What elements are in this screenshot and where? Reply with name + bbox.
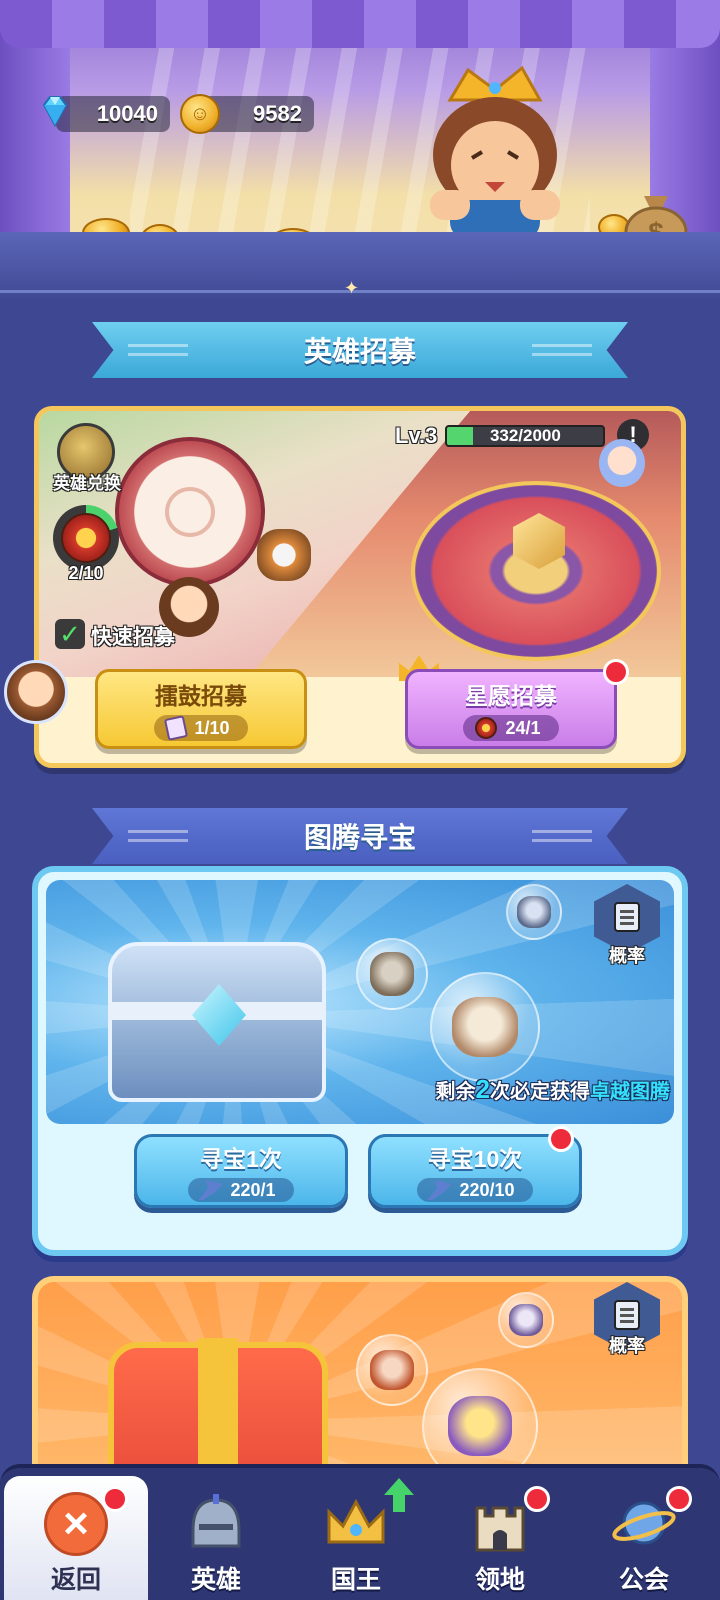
tiger-totem-bubble (498, 1292, 554, 1348)
raccoon-character (257, 529, 311, 581)
curtain-valance (0, 0, 720, 48)
drum-recruit-cost: 1/10 (154, 715, 248, 741)
banner-decoration (128, 830, 188, 842)
drum-recruit-label: 擂鼓招募 (155, 683, 247, 709)
nav-king-label: 国王 (330, 1566, 381, 1594)
guarantee-prefix: 剩余 (435, 1081, 476, 1103)
hunt-ten-label: 寻宝10次 (427, 1146, 523, 1172)
golden-owl-totem-icon (448, 1396, 512, 1456)
nav-heroes[interactable]: 英雄 (144, 1476, 288, 1600)
guarantee-count: 2 (475, 1074, 490, 1104)
recruit-title-text: 英雄招募 (303, 336, 416, 367)
hunt-ten-cost: 220/10 (417, 1178, 533, 1202)
sparkle-icon: ✦ (344, 278, 360, 298)
banner-decoration (532, 830, 592, 842)
guarantee-reward: 卓越图腾 (590, 1081, 670, 1103)
notification-dot (603, 659, 629, 685)
hero-exchange-label[interactable]: 英雄兑换 (45, 469, 129, 494)
quick-recruit-checkbox[interactable]: ✓ (55, 619, 85, 649)
nav-guild-label: 公会 (618, 1566, 669, 1594)
section-title-recruit: 英雄招募 (92, 322, 628, 378)
close-icon: × (44, 1492, 108, 1556)
guarantee-middle: 次必定获得 (490, 1081, 590, 1103)
gem-count: 10040 (96, 101, 158, 126)
drum-recruit-button[interactable]: 擂鼓招募 1/10 (95, 669, 307, 749)
nav-heroes-label: 英雄 (190, 1566, 241, 1594)
tiger-totem-bubble (506, 884, 562, 940)
section-title-totem: 图腾寻宝 (92, 808, 628, 864)
recruit-progress-ring[interactable] (53, 505, 119, 571)
owl-totem-bubble (356, 938, 428, 1010)
star-recruit-cost-value: 24/1 (505, 717, 541, 738)
coin-icon: ☺ (180, 94, 220, 134)
recruit-card: 英雄兑换 2/10 ✓ 快速招募 Lv.3 332/2000 ! 擂鼓招募 1/… (34, 406, 686, 768)
bull-skull-totem-icon (452, 997, 518, 1057)
crown-icon (327, 1498, 385, 1544)
bottom-navigation: × 返回 英雄 国王 领地 公会 (0, 1464, 720, 1600)
axe-icon (427, 1180, 452, 1200)
fox-totem-icon (370, 1350, 414, 1390)
hunt-once-cost: 220/1 (188, 1178, 294, 1202)
nav-guild[interactable]: 公会 (572, 1476, 716, 1600)
level-label: Lv.3 (395, 423, 438, 448)
star-recruit-label: 星愿招募 (465, 683, 557, 709)
hero-character (159, 577, 219, 637)
document-icon (614, 902, 640, 932)
notification-dot (548, 1126, 574, 1152)
banner-decoration (532, 344, 592, 356)
document-icon (614, 1300, 640, 1330)
nav-territory-label: 领地 (474, 1566, 525, 1594)
notification-dot (102, 1486, 128, 1512)
hunt-once-label: 寻宝1次 (200, 1146, 282, 1172)
hunt-once-cost-value: 220/1 (230, 1179, 276, 1200)
token-icon (475, 717, 498, 739)
scroll-icon (164, 715, 189, 741)
king-character (430, 65, 560, 240)
drum-recruit-cost-value: 1/10 (194, 717, 230, 738)
flame-emblem-icon (165, 487, 215, 537)
nav-back-label: 返回 (50, 1566, 101, 1594)
fox-totem-bubble (356, 1334, 428, 1406)
star-wish-recruit-button[interactable]: 星愿招募 24/1 (405, 669, 617, 749)
owl-totem-icon (370, 952, 414, 996)
recruit-progress-count: 2/10 (68, 563, 104, 583)
quick-recruit-label[interactable]: 快速招募 (91, 621, 175, 651)
mage-character (599, 439, 645, 487)
golden-totem-card: 概率 (32, 1276, 688, 1476)
bull-skull-totem-bubble (430, 972, 540, 1082)
stage-header: $ ✦ (0, 0, 720, 300)
axe-icon (198, 1180, 223, 1200)
probability-label[interactable]: 概率 (592, 942, 662, 968)
tiger-totem-icon (517, 896, 551, 928)
probability-label[interactable]: 概率 (592, 1332, 662, 1358)
star-recruit-cost: 24/1 (463, 715, 559, 741)
banner-decoration (128, 344, 188, 356)
chest-band (198, 1338, 238, 1476)
golden-owl-totem-bubble (422, 1368, 538, 1476)
token-icon (61, 513, 111, 563)
hunt-once-button[interactable]: 寻宝1次 220/1 (134, 1134, 348, 1208)
level-progress-track: 332/2000 (445, 425, 606, 447)
star-wheel (411, 481, 661, 661)
notification-dot (666, 1486, 692, 1512)
notification-dot (524, 1486, 550, 1512)
totem-treasure-card: 概率 剩余2次必定获得卓越图腾 寻宝1次 220/1 寻宝10次 220/10 (32, 866, 688, 1256)
level-progress-text: 332/2000 (489, 426, 561, 445)
player-avatar[interactable] (4, 660, 68, 724)
hunt-ten-cost-value: 220/10 (459, 1179, 515, 1200)
totem-title-text: 图腾寻宝 (303, 822, 416, 853)
diamond-icon (42, 96, 68, 128)
helmet-icon (191, 1494, 241, 1548)
gold-count: 9582 (253, 101, 302, 126)
nav-territory[interactable]: 领地 (428, 1476, 572, 1600)
divider (0, 290, 720, 293)
guarantee-text: 剩余2次必定获得卓越图腾 (370, 1074, 670, 1105)
tiger-totem-icon (509, 1304, 543, 1336)
